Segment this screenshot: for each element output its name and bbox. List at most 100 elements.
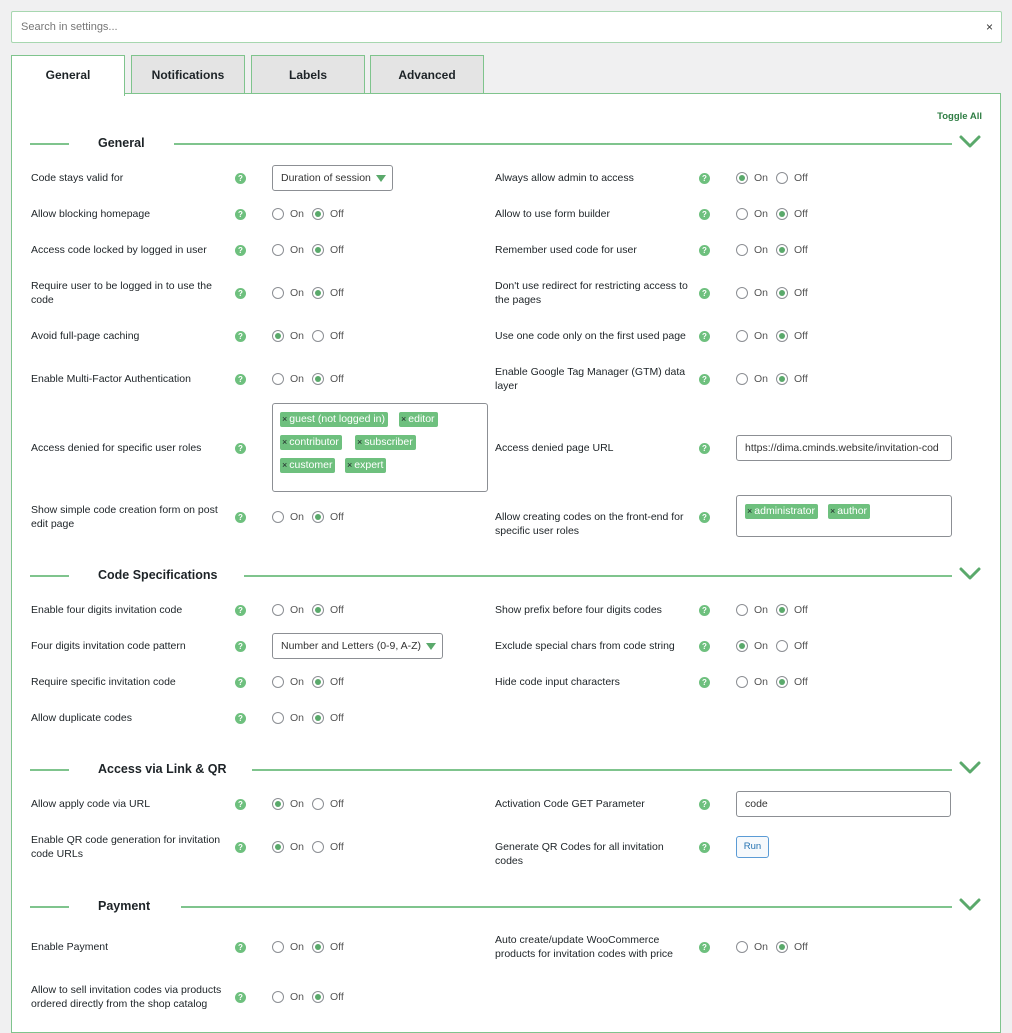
help-icon[interactable]: ?: [699, 605, 710, 616]
chevron-down-icon[interactable]: [958, 133, 982, 151]
radio-off[interactable]: [776, 941, 788, 953]
radio-on[interactable]: [736, 172, 748, 184]
radio-on[interactable]: [736, 604, 748, 616]
radio-off[interactable]: [776, 676, 788, 688]
radio-off[interactable]: [312, 991, 324, 1003]
help-icon[interactable]: ?: [235, 173, 246, 184]
help-icon[interactable]: ?: [235, 799, 246, 810]
tab-labels[interactable]: Labels: [251, 55, 365, 94]
chevron-down-icon[interactable]: [958, 759, 982, 777]
radio-off[interactable]: [312, 841, 324, 853]
help-icon[interactable]: ?: [235, 641, 246, 652]
radio-on[interactable]: [736, 941, 748, 953]
remove-tag-icon[interactable]: ×: [282, 414, 287, 424]
radio-off[interactable]: [776, 330, 788, 342]
radio-on[interactable]: [736, 640, 748, 652]
help-icon[interactable]: ?: [699, 799, 710, 810]
radio-off[interactable]: [312, 712, 324, 724]
radio-on[interactable]: [736, 208, 748, 220]
help-icon[interactable]: ?: [699, 374, 710, 385]
tab-notifications[interactable]: Notifications: [131, 55, 245, 94]
radio-off[interactable]: [776, 640, 788, 652]
radio-on[interactable]: [272, 287, 284, 299]
radio-off[interactable]: [776, 208, 788, 220]
help-icon[interactable]: ?: [235, 331, 246, 342]
remove-tag-icon[interactable]: ×: [401, 414, 406, 424]
remove-tag-icon[interactable]: ×: [347, 460, 352, 470]
radio-on[interactable]: [272, 941, 284, 953]
remove-tag-icon[interactable]: ×: [830, 506, 835, 516]
radio-off[interactable]: [776, 373, 788, 385]
chevron-down-icon[interactable]: [958, 896, 982, 914]
radio-on[interactable]: [272, 373, 284, 385]
help-icon[interactable]: ?: [235, 443, 246, 454]
radio-off[interactable]: [312, 798, 324, 810]
help-icon[interactable]: ?: [699, 209, 710, 220]
radio-on[interactable]: [272, 712, 284, 724]
radio-off[interactable]: [776, 172, 788, 184]
radio-on[interactable]: [272, 511, 284, 523]
radio-on[interactable]: [736, 287, 748, 299]
tab-general[interactable]: General: [11, 55, 125, 96]
radio-off[interactable]: [312, 330, 324, 342]
radio-on[interactable]: [736, 244, 748, 256]
radio-off[interactable]: [312, 511, 324, 523]
radio-on[interactable]: [736, 330, 748, 342]
radio-on[interactable]: [272, 604, 284, 616]
radio-off[interactable]: [776, 287, 788, 299]
radio-off[interactable]: [312, 244, 324, 256]
select-dropdown[interactable]: Number and Letters (0-9, A-Z): [272, 633, 443, 659]
help-icon[interactable]: ?: [699, 942, 710, 953]
remove-tag-icon[interactable]: ×: [747, 506, 752, 516]
radio-on[interactable]: [272, 244, 284, 256]
radio-on[interactable]: [736, 373, 748, 385]
help-icon[interactable]: ?: [235, 374, 246, 385]
help-icon[interactable]: ?: [235, 677, 246, 688]
text-input[interactable]: [736, 435, 952, 461]
help-icon[interactable]: ?: [699, 331, 710, 342]
remove-tag-icon[interactable]: ×: [282, 437, 287, 447]
radio-off[interactable]: [312, 941, 324, 953]
radio-off[interactable]: [312, 373, 324, 385]
help-icon[interactable]: ?: [699, 512, 710, 523]
help-icon[interactable]: ?: [235, 288, 246, 299]
roles-multiselect[interactable]: × administrator × author: [736, 495, 952, 537]
clear-search-icon[interactable]: ×: [986, 20, 993, 34]
help-icon[interactable]: ?: [699, 842, 710, 853]
help-icon[interactable]: ?: [699, 443, 710, 454]
radio-on[interactable]: [272, 841, 284, 853]
select-dropdown[interactable]: Duration of session: [272, 165, 393, 191]
remove-tag-icon[interactable]: ×: [282, 460, 287, 470]
roles-multiselect[interactable]: × guest (not logged in) × editor × contributo…: [272, 403, 488, 492]
help-icon[interactable]: ?: [235, 992, 246, 1003]
search-input[interactable]: [12, 12, 1001, 42]
help-icon[interactable]: ?: [699, 173, 710, 184]
radio-on[interactable]: [272, 798, 284, 810]
text-input[interactable]: [736, 791, 951, 817]
radio-off[interactable]: [312, 604, 324, 616]
radio-on[interactable]: [272, 991, 284, 1003]
help-icon[interactable]: ?: [699, 677, 710, 688]
help-icon[interactable]: ?: [699, 245, 710, 256]
radio-off[interactable]: [312, 287, 324, 299]
help-icon[interactable]: ?: [235, 209, 246, 220]
radio-on[interactable]: [272, 676, 284, 688]
tab-advanced[interactable]: Advanced: [370, 55, 484, 94]
remove-tag-icon[interactable]: ×: [357, 437, 362, 447]
radio-off[interactable]: [776, 604, 788, 616]
help-icon[interactable]: ?: [235, 942, 246, 953]
help-icon[interactable]: ?: [699, 288, 710, 299]
radio-on[interactable]: [272, 330, 284, 342]
chevron-down-icon[interactable]: [958, 565, 982, 583]
help-icon[interactable]: ?: [235, 713, 246, 724]
help-icon[interactable]: ?: [235, 605, 246, 616]
help-icon[interactable]: ?: [235, 842, 246, 853]
radio-on[interactable]: [736, 676, 748, 688]
radio-off[interactable]: [312, 208, 324, 220]
run-button[interactable]: Run: [736, 836, 769, 858]
radio-on[interactable]: [272, 208, 284, 220]
radio-off[interactable]: [776, 244, 788, 256]
radio-off[interactable]: [312, 676, 324, 688]
toggle-all-link[interactable]: Toggle All: [937, 111, 982, 122]
help-icon[interactable]: ?: [235, 512, 246, 523]
